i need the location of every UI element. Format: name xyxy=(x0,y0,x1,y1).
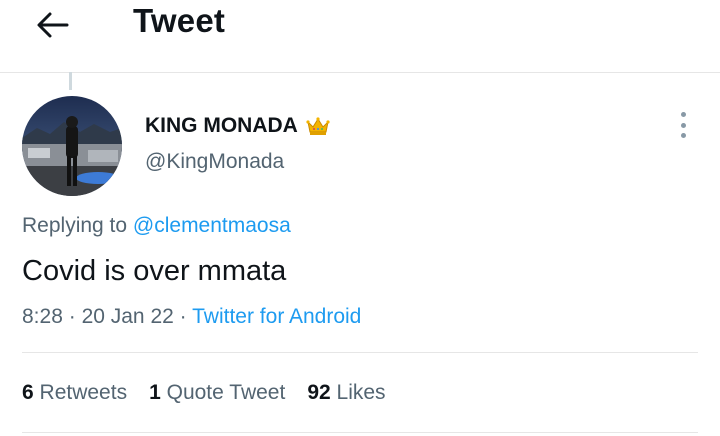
meta-separator: · xyxy=(179,305,187,328)
tweet-text: Covid is over mmata xyxy=(22,255,287,287)
more-vertical-icon xyxy=(680,112,686,117)
arrow-left-icon xyxy=(37,12,69,38)
more-vertical-icon-dot xyxy=(680,122,686,128)
author-handle[interactable]: @KingMonada xyxy=(145,150,284,174)
author-name[interactable]: KING MONADA xyxy=(145,114,298,138)
tweet-date[interactable]: 20 Jan 22 xyxy=(82,305,174,328)
meta-separator: · xyxy=(68,305,76,328)
crown-icon xyxy=(306,117,330,135)
tweet-meta: 8:28 · 20 Jan 22 · Twitter for Android xyxy=(22,305,361,329)
page-title: Tweet xyxy=(133,2,226,39)
tweet-source-link[interactable]: Twitter for Android xyxy=(192,305,361,328)
retweets-label: Retweets xyxy=(39,381,128,404)
divider xyxy=(22,432,698,433)
retweets-count: 6 xyxy=(22,381,34,404)
replying-to-line: Replying to @clementmaosa xyxy=(22,214,291,238)
quote-tweets-stat[interactable]: 1 Quote Tweet xyxy=(149,381,285,405)
more-vertical-icon-dot xyxy=(680,133,686,138)
back-button[interactable] xyxy=(34,7,70,43)
retweets-stat[interactable]: 6 Retweets xyxy=(22,381,127,405)
likes-count: 92 xyxy=(307,381,331,404)
quotes-count: 1 xyxy=(149,381,161,404)
replying-to-link[interactable]: @clementmaosa xyxy=(133,214,291,237)
likes-label: Likes xyxy=(336,381,386,404)
likes-stat[interactable]: 92 Likes xyxy=(307,381,385,405)
author-row[interactable]: KING MONADA xyxy=(145,114,330,138)
divider xyxy=(22,352,698,353)
quotes-label: Quote Tweet xyxy=(166,381,286,404)
tweet-time[interactable]: 8:28 xyxy=(22,305,63,328)
engagement-stats: 6 Retweets 1 Quote Tweet 92 Likes xyxy=(22,381,386,405)
replying-prefix: Replying to xyxy=(22,214,128,237)
avatar[interactable] xyxy=(22,96,122,196)
thread-connector xyxy=(69,72,72,90)
more-options-button[interactable] xyxy=(673,110,693,140)
top-bar: Tweet xyxy=(0,0,720,73)
